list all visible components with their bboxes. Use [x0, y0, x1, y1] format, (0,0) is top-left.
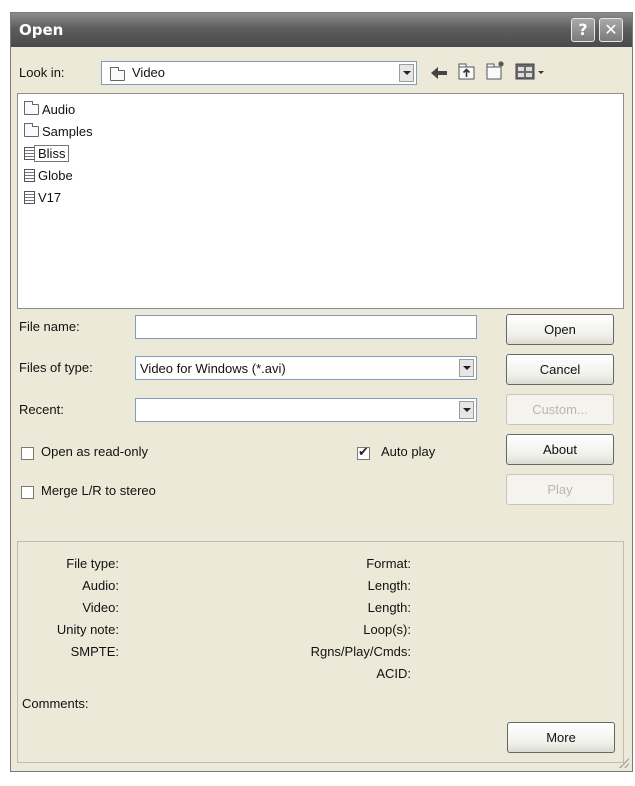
list-item[interactable]: Globe [24, 166, 76, 186]
audio-length-label: Length: [367, 578, 411, 593]
view-menu-icon[interactable] [515, 63, 549, 81]
regions-label: Rgns/Play/Cmds: [310, 644, 411, 659]
video-length-label: Length: [367, 600, 411, 615]
window-title: Open [19, 21, 64, 39]
video-file-icon [24, 169, 35, 182]
read-only-checkbox[interactable] [21, 447, 34, 460]
video-file-icon [24, 147, 35, 160]
help-button[interactable]: ? [571, 18, 595, 42]
back-arrow-icon[interactable] [429, 65, 449, 81]
read-only-label: Open as read-only [41, 444, 148, 459]
close-button[interactable]: ✕ [599, 18, 623, 42]
auto-play-label: Auto play [381, 444, 436, 459]
recent-label: Recent: [19, 402, 64, 417]
video-label: Video: [82, 600, 119, 615]
files-of-type-value: Video for Windows (*.avi) [140, 361, 286, 376]
video-file-icon [24, 191, 35, 204]
smpte-label: SMPTE: [70, 644, 119, 659]
acid-label: ACID: [376, 666, 411, 681]
look-in-combo[interactable]: Video [101, 61, 417, 85]
list-item-label: Audio [42, 102, 76, 117]
look-in-label: Look in: [19, 65, 65, 80]
unity-note-label: Unity note: [56, 622, 119, 637]
audio-label: Audio: [82, 578, 119, 593]
recent-combo[interactable] [135, 398, 477, 422]
list-item-label: Samples [42, 124, 93, 139]
list-item[interactable]: Audio [24, 100, 78, 120]
files-of-type-label: Files of type: [19, 360, 93, 375]
merge-stereo-label: Merge L/R to stereo [41, 483, 156, 498]
list-item[interactable]: V17 [24, 188, 64, 208]
chevron-down-icon[interactable] [399, 64, 414, 82]
file-name-input[interactable] [135, 315, 477, 339]
format-label: Format: [366, 556, 411, 571]
folder-icon [24, 101, 39, 115]
comments-label: Comments: [22, 696, 89, 711]
custom-button[interactable]: Custom... [506, 394, 614, 425]
chevron-down-icon[interactable] [459, 359, 474, 377]
play-button[interactable]: Play [506, 474, 614, 505]
folder-icon [24, 123, 39, 137]
auto-play-checkbox[interactable] [357, 444, 370, 460]
open-button[interactable]: Open [506, 314, 614, 345]
chevron-down-icon[interactable] [459, 401, 474, 419]
file-info-panel: File type: Audio: Video: Unity note: SMP… [17, 541, 624, 763]
file-type-label: File type: [66, 556, 119, 571]
list-item[interactable]: Bliss [24, 144, 70, 164]
file-list[interactable]: Audio Samples Bliss Globe V17 [17, 93, 624, 309]
list-item-label: Bliss [33, 145, 70, 162]
folder-icon [110, 67, 125, 81]
cancel-button[interactable]: Cancel [506, 354, 614, 385]
new-folder-icon[interactable] [485, 60, 507, 82]
list-item-label: Globe [38, 168, 73, 183]
file-name-label: File name: [19, 319, 80, 334]
about-button[interactable]: About [506, 434, 614, 465]
up-folder-icon[interactable] [457, 62, 477, 82]
loops-label: Loop(s): [363, 622, 411, 637]
more-button[interactable]: More [507, 722, 615, 753]
resize-grip[interactable] [619, 758, 629, 768]
list-item-label: V17 [38, 190, 62, 205]
files-of-type-combo[interactable]: Video for Windows (*.avi) [135, 356, 477, 380]
title-bar: Open ? ✕ [11, 13, 632, 47]
look-in-value: Video [132, 65, 166, 80]
open-dialog: Open ? ✕ Look in: Video Audio Samples Blis… [10, 12, 633, 772]
list-item[interactable]: Samples [24, 122, 96, 142]
merge-stereo-checkbox[interactable] [21, 486, 34, 499]
